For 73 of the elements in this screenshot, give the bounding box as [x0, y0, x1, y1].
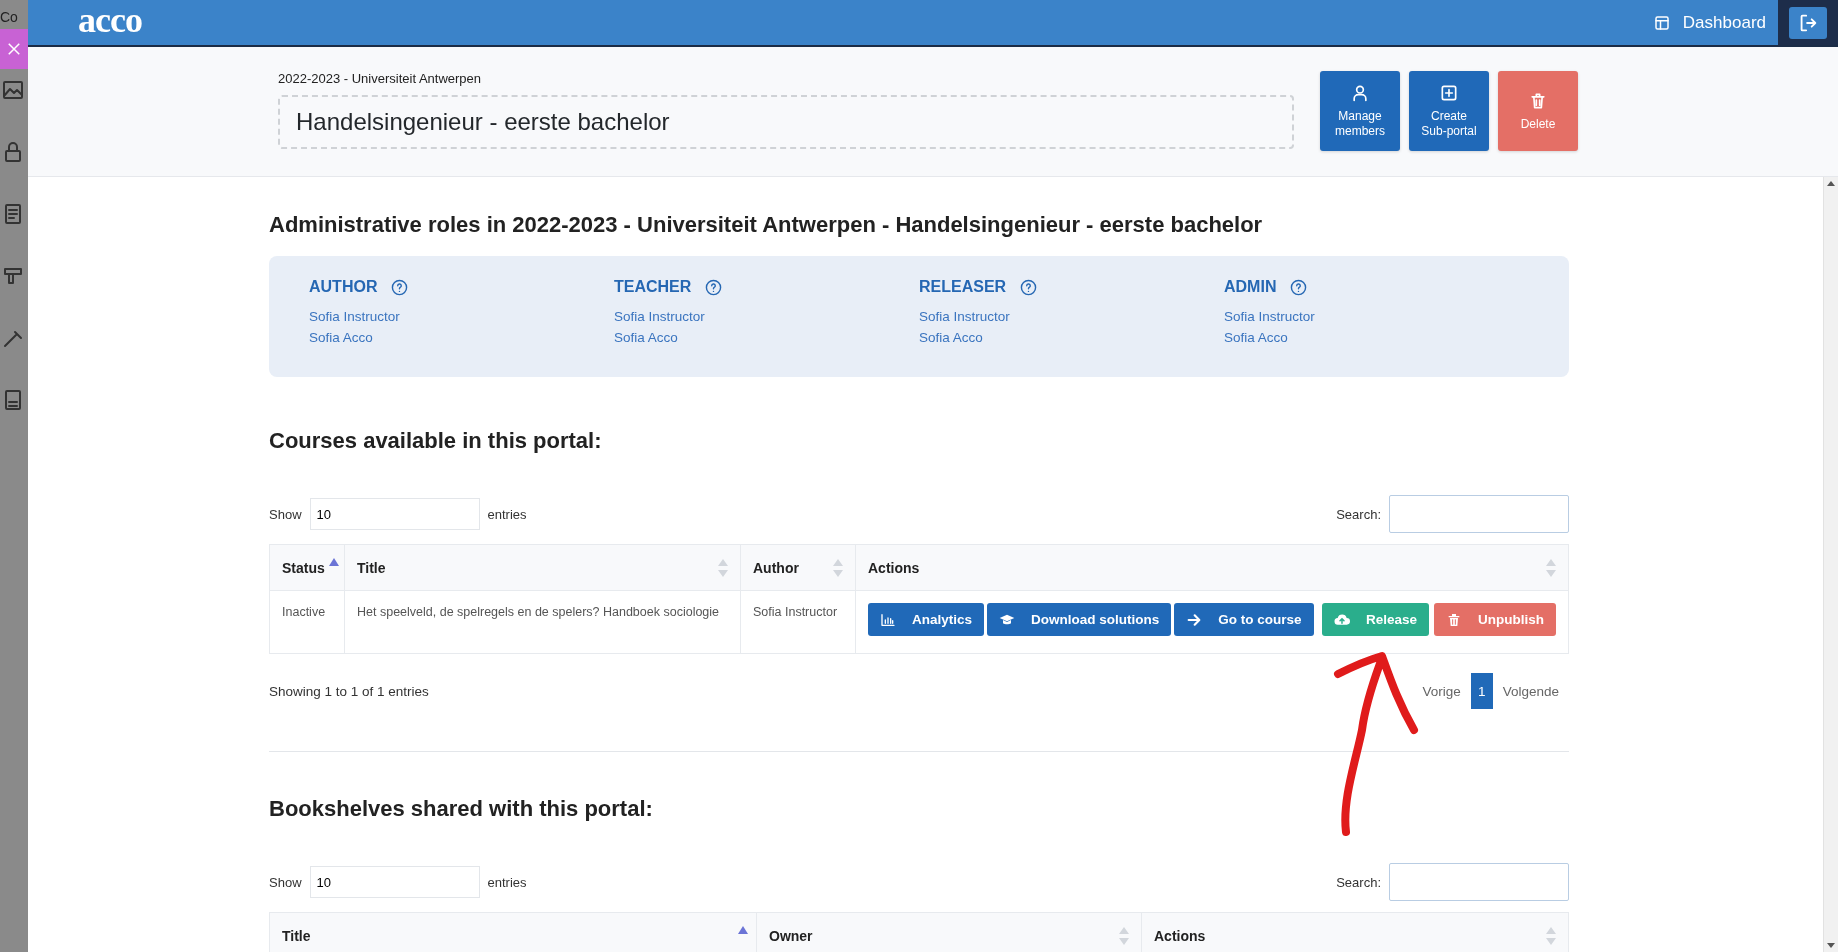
help-icon: [1020, 278, 1038, 296]
author-cell: Sofia Instructor: [740, 590, 856, 654]
entries-label: entries: [487, 874, 527, 890]
column-header[interactable]: Actions: [1141, 912, 1569, 952]
help-icon: [391, 278, 409, 296]
bar-chart-icon: [880, 611, 896, 628]
search-label: Search:: [1336, 506, 1381, 522]
unpublish-button[interactable]: Unpublish: [1434, 603, 1556, 636]
clipboard-icon: [3, 390, 23, 410]
column-header[interactable]: Title: [269, 912, 757, 952]
column-header[interactable]: Author: [740, 544, 856, 591]
panel-label: Co: [0, 8, 19, 26]
column-header[interactable]: Owner: [756, 912, 1142, 952]
lock-icon: [3, 142, 23, 162]
scroll-down-arrow[interactable]: [1827, 943, 1835, 948]
member-link[interactable]: Sofia Acco: [919, 327, 1224, 348]
role-name: RELEASER: [919, 278, 1007, 296]
scrollbar[interactable]: [1823, 177, 1838, 952]
section-heading: Courses available in this portal:: [269, 427, 603, 455]
member-link[interactable]: Sofia Instructor: [1224, 306, 1529, 327]
download-solutions-button[interactable]: Download solutions: [987, 603, 1172, 636]
member-link[interactable]: Sofia Instructor: [919, 306, 1224, 327]
scroll-up-arrow[interactable]: [1827, 181, 1835, 186]
column-header[interactable]: Title: [344, 544, 741, 591]
title-cell: Het speelveld, de spelregels en de spelers? Handboek sociologie: [344, 590, 741, 654]
member-link[interactable]: Sofia Instructor: [309, 306, 614, 327]
role-name: ADMIN: [1224, 278, 1277, 296]
section-heading: Bookshelves shared with this portal:: [269, 795, 654, 823]
close-button[interactable]: [0, 29, 28, 69]
release-button[interactable]: Release: [1321, 603, 1429, 636]
previous-page-link[interactable]: Vorige: [1420, 683, 1463, 699]
member-link[interactable]: Sofia Acco: [614, 327, 919, 348]
member-link[interactable]: Sofia Acco: [309, 327, 614, 348]
help-icon: [705, 278, 723, 296]
column-header[interactable]: Actions: [855, 544, 1569, 591]
dashboard-link[interactable]: Dashboard: [1652, 12, 1766, 33]
member-link[interactable]: Sofia Instructor: [614, 306, 919, 327]
status-cell: Inactive: [269, 590, 345, 654]
role-name: TEACHER: [614, 278, 692, 296]
close-icon: [5, 40, 23, 58]
create-sub-portal-button[interactable]: Create Sub-portal: [1409, 71, 1489, 151]
search-label: Search:: [1336, 874, 1381, 890]
page-size-field[interactable]: 10: [309, 498, 480, 530]
go-to-course-button[interactable]: Go to course: [1174, 603, 1314, 636]
breadcrumb: 2022-2023 - Universiteit Antwerpen: [278, 71, 483, 86]
plus-square-icon: [1439, 83, 1459, 103]
role-name: AUTHOR: [309, 278, 378, 296]
page-size-field[interactable]: 10: [309, 866, 480, 898]
person-icon: [1350, 83, 1370, 103]
member-link[interactable]: Sofia Acco: [1224, 327, 1529, 348]
entries-label: entries: [487, 506, 527, 522]
image-icon: [3, 80, 23, 100]
column-header[interactable]: Status: [269, 544, 345, 591]
document-icon: [3, 204, 23, 224]
delete-button[interactable]: Delete: [1498, 71, 1578, 151]
show-label: Show: [269, 874, 302, 890]
layout-icon: [1652, 13, 1671, 32]
page-number[interactable]: 1: [1470, 673, 1493, 709]
search-field[interactable]: [1389, 863, 1569, 901]
logo[interactable]: acco: [78, 0, 142, 40]
arrow-right-icon: [1186, 611, 1203, 628]
show-label: Show: [269, 506, 302, 522]
table-info: Showing 1 to 1 of 1 entries: [269, 683, 429, 699]
portal-title-field[interactable]: Handelsingenieur - eerste bachelor: [278, 95, 1294, 149]
analytics-button[interactable]: Analytics: [868, 603, 985, 636]
tool-icon: [3, 266, 23, 286]
section-heading: Administrative roles in 2022-2023 - Universiteit Antwerpen - Handelsingenieur - eerste bachelor: [269, 211, 1264, 239]
logout-button[interactable]: [1789, 6, 1827, 39]
next-page-link[interactable]: Volgende: [1500, 683, 1561, 699]
manage-members-button[interactable]: Manage members: [1320, 71, 1400, 151]
search-field[interactable]: [1389, 495, 1569, 533]
trash-icon: [1446, 611, 1462, 628]
help-icon: [1290, 278, 1308, 296]
